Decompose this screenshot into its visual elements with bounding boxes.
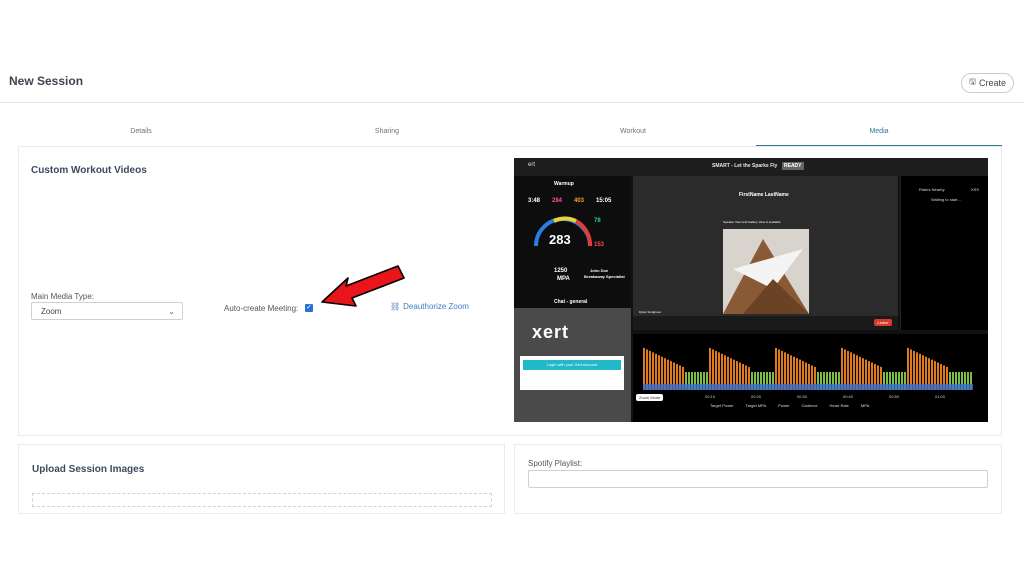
preview-mpa-label: MPA	[557, 276, 570, 282]
spotify-playlist-input[interactable]	[528, 470, 988, 488]
preview-time-tick: 01:00	[935, 394, 946, 399]
preview-self-name: Dylan Snidgrove	[639, 310, 662, 314]
preview-leave-button: Leave	[874, 319, 892, 326]
preview-bar	[712, 349, 714, 390]
preview-rider-name: John Doe	[590, 268, 609, 273]
preview-stat-interval: 3:48	[528, 198, 541, 204]
preview-time-tick: 00:40	[843, 394, 854, 399]
preview-topbar: ert SMART - Let the Sparks Fly READY	[514, 158, 988, 176]
upload-session-images-heading: Upload Session Images	[32, 464, 145, 475]
preview-chat-login-box: Login with your Xert Account	[520, 356, 624, 390]
preview-zoom-toolbar: Dylan Snidgrove Leave	[633, 310, 898, 330]
preview-chat-brand: xert	[532, 322, 570, 342]
preview-legend-item: Target MPA	[745, 403, 767, 408]
create-button[interactable]: 🖫 Create	[961, 73, 1014, 93]
preview-legend-item: MPA	[860, 403, 870, 408]
chevron-down-icon: ⌄	[168, 307, 175, 316]
deauthorize-zoom-label: Deauthorize Zoom	[403, 302, 469, 311]
preview-zoom-window: FirstName LastName Speaker View and Gall…	[633, 176, 898, 330]
save-icon: 🖫	[969, 77, 976, 86]
page-title: New Session	[9, 74, 84, 88]
preview-baseline	[643, 384, 973, 390]
preview-status-badge: READY	[782, 162, 804, 170]
custom-workout-videos-heading: Custom Workout Videos	[31, 165, 147, 176]
preview-bar	[709, 348, 711, 390]
preview-title: SMART - Let the Sparks Fly	[712, 163, 778, 169]
preview-legend-item: Heart Rate	[829, 403, 849, 408]
preview-bpm: 153	[594, 242, 605, 248]
preview-stat-workout: 15:05	[596, 198, 612, 204]
preview-bar	[646, 349, 648, 390]
spotify-playlist-label: Spotify Playlist:	[528, 459, 583, 468]
preview-bar	[844, 349, 846, 390]
preview-bar	[910, 349, 912, 390]
preview-bar	[643, 348, 645, 390]
zoom-preview-screenshot: ert SMART - Let the Sparks Fly READY War…	[514, 158, 988, 422]
tab-sharing[interactable]: Sharing	[264, 124, 510, 146]
page-header: New Session 🖫 Create	[0, 68, 1024, 103]
auto-create-meeting-checkbox[interactable]: ✓	[305, 304, 313, 312]
preview-legend-item: Power	[778, 403, 790, 408]
preview-legend-item: Cadence	[801, 403, 818, 408]
preview-viewers-panel: Riders Nearby XSS Waiting to start...	[900, 176, 988, 330]
preview-time-tick: 00:20	[751, 394, 762, 399]
preview-bar	[775, 348, 777, 390]
preview-login-button: Login with your Xert Account	[523, 360, 621, 370]
preview-bar	[841, 348, 843, 390]
preview-rpm: 78	[594, 218, 601, 224]
preview-time-tick: 00:30	[797, 394, 808, 399]
preview-time-tick: 00:10	[705, 394, 716, 399]
preview-mpa: 1250	[554, 268, 568, 274]
upload-dropzone[interactable]	[32, 493, 492, 507]
preview-legend-item: Target Power	[710, 403, 734, 408]
main-media-type-label: Main Media Type:	[31, 292, 94, 301]
session-tabs: Details Sharing Workout Media	[18, 124, 1002, 146]
preview-viewers-status: Waiting to start...	[931, 197, 961, 202]
preview-legend: Target Power Target MPA Power Cadence He…	[710, 403, 980, 413]
preview-chat-box: xert Login with your Xert Account	[514, 308, 631, 422]
preview-logo: ert	[528, 162, 536, 168]
preview-stat-now: 403	[574, 198, 585, 204]
preview-bar	[907, 348, 909, 390]
auto-create-meeting-label: Auto-create Meeting:	[224, 304, 299, 313]
tab-media[interactable]: Media	[756, 124, 1002, 146]
main-media-type-value: Zoom	[41, 307, 62, 316]
spotify-panel: Spotify Playlist:	[514, 444, 1002, 514]
create-button-label: Create	[978, 78, 1006, 88]
preview-participant-name: FirstName LastName	[739, 192, 789, 198]
preview-chat-title: Chat - general	[554, 299, 588, 305]
main-media-type-select[interactable]: Zoom ⌄	[31, 302, 183, 320]
tab-workout[interactable]: Workout	[510, 124, 756, 146]
preview-viewers-col: XSS	[971, 187, 980, 192]
tab-details[interactable]: Details	[18, 124, 264, 146]
preview-speaker-notice: Speaker View and Gallery View is availab…	[723, 220, 781, 224]
preview-stat-target: 284	[552, 198, 563, 204]
preview-interval-name: Warmup	[554, 181, 574, 187]
preview-workout-panel: Warmup 3:48 284 403 15:05 283 78 153 125…	[514, 176, 631, 422]
preview-bar	[778, 349, 780, 390]
preview-viewers-title: Riders Nearby	[919, 187, 945, 192]
preview-time-tick: 00:50	[889, 394, 900, 399]
upload-images-panel: Upload Session Images	[18, 444, 505, 514]
preview-rider-sub: Breakaway Specialist	[584, 274, 625, 279]
preview-power-value: 283	[549, 232, 571, 247]
preview-zoom-mode-button: Zoom Mode	[636, 394, 664, 401]
red-arrow-annotation	[321, 265, 405, 307]
preview-paper-plane-image	[723, 229, 809, 314]
